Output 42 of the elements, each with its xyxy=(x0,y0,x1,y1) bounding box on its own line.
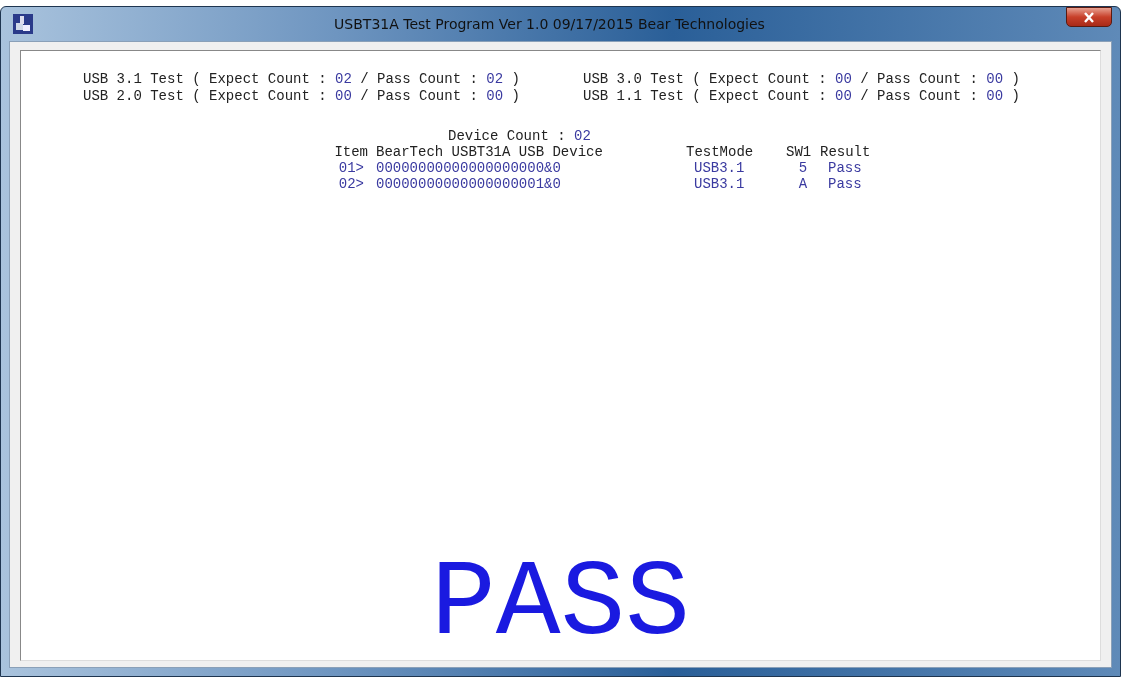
column-header: SW1 xyxy=(786,144,813,160)
count-value: 00 xyxy=(486,88,504,104)
table-cell-text: Pass xyxy=(827,176,863,192)
count-value: 02 xyxy=(335,71,352,87)
count-value: 00 xyxy=(986,88,1004,104)
device-count-value: 02 xyxy=(574,128,591,144)
test-label: ) xyxy=(510,71,520,87)
test-label: USB 1.1 Test ( Expect Count : xyxy=(583,88,828,104)
device-count-label: Device Count : xyxy=(448,128,566,144)
column-header: BearTech USBT31A USB Device xyxy=(376,144,604,160)
column-header: Item xyxy=(333,144,369,160)
window-title: USBT31A Test Program Ver 1.0 09/17/2015 Bear Technologies xyxy=(333,14,766,34)
column-header: Result xyxy=(820,144,872,160)
close-button[interactable] xyxy=(1066,7,1112,27)
table-cell-text: 01> xyxy=(337,160,365,176)
count-value: 00 xyxy=(986,71,1004,87)
column-header: TestMode xyxy=(686,144,755,160)
table-cell-text: 00000000000000000001&0 xyxy=(376,176,562,192)
pass-result-text: PASS xyxy=(429,554,692,660)
test-label: / Pass Count : xyxy=(359,71,479,87)
count-value: 00 xyxy=(835,88,852,104)
test-label: ) xyxy=(1010,71,1020,87)
table-cell-text: A xyxy=(797,176,809,192)
app-icon xyxy=(13,14,33,34)
count-value: 00 xyxy=(335,88,352,104)
count-value: 02 xyxy=(486,71,504,87)
table-cell-text: USB3.1 xyxy=(693,160,746,176)
test-label: ) xyxy=(1010,88,1020,104)
test-label: USB 3.1 Test ( Expect Count : xyxy=(83,71,328,87)
table-cell-text: 00000000000000000000&0 xyxy=(376,160,562,176)
table-cell-text: USB3.1 xyxy=(693,176,746,192)
count-value: 00 xyxy=(835,71,852,87)
test-label: / Pass Count : xyxy=(859,71,979,87)
test-label: USB 2.0 Test ( Expect Count : xyxy=(83,88,328,104)
table-cell-text: 02> xyxy=(337,176,365,192)
table-cell-text: 5 xyxy=(797,160,809,176)
test-label: / Pass Count : xyxy=(859,88,979,104)
close-icon xyxy=(1083,11,1095,23)
test-label: USB 3.0 Test ( Expect Count : xyxy=(583,71,828,87)
table-cell-text: Pass xyxy=(827,160,863,176)
test-label: ) xyxy=(510,88,520,104)
test-label: / Pass Count : xyxy=(359,88,479,104)
